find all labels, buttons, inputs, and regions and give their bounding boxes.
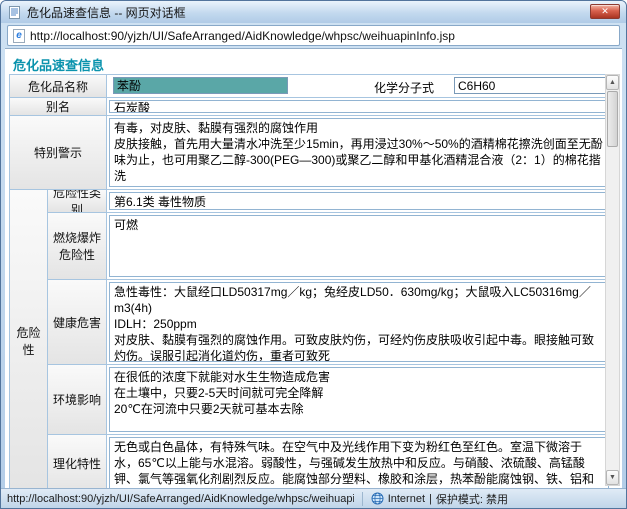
close-icon: ✕ [601,6,609,16]
address-input[interactable]: e http://localhost:90/yjzh/UI/SafeArrang… [7,25,620,46]
title-bar[interactable]: 危化品速查信息 -- 网页对话框 ✕ [1,1,626,23]
label-formula: 化学分子式 [374,79,434,96]
page-content: 危化品速查信息 危化品名称 化学分子式 别名 石炭酸 特别警示 有毒，对皮肤、黏… [5,48,622,488]
label-special-warning: 特别警示 [10,116,107,190]
label-physicochemical-properties: 理化特性 [48,435,107,488]
status-divider [362,492,363,506]
row-danger-category: 第6.1类 毒性物质 [107,190,611,213]
physicochemical-properties-field[interactable]: 无色或白色晶体，有特殊气味。在空气中及光线作用下变为粉红色至红色。室温下微溶于水… [109,437,609,488]
status-zone-label: Internet [388,493,425,505]
scroll-up-button[interactable]: ▲ [606,75,619,90]
scrollbar-track[interactable] [606,90,619,470]
row-flammability: 可燃 [107,213,611,280]
scroll-down-button[interactable]: ▼ [606,470,619,485]
scrollbar-thumb[interactable] [607,91,618,147]
flammability-field[interactable]: 可燃 [109,215,609,277]
health-hazard-field[interactable]: 急性毒性：大鼠经口LD50317mg／kg；兔经皮LD50．630mg/kg；大… [109,282,609,362]
window-title: 危化品速查信息 -- 网页对话框 [27,4,620,21]
alias-field[interactable]: 石炭酸 [109,100,609,113]
vertical-scrollbar[interactable]: ▲ ▼ [605,74,620,486]
address-bar: e http://localhost:90/yjzh/UI/SafeArrang… [5,23,622,48]
label-environmental-impact: 环境影响 [48,365,107,435]
row-chemical-name: 化学分子式 [107,75,611,98]
dialog-window: 危化品速查信息 -- 网页对话框 ✕ e http://localhost:90… [0,0,627,509]
label-danger-category: 危险性类别 [48,190,107,213]
info-table: 危化品名称 化学分子式 别名 石炭酸 特别警示 有毒，对皮肤、黏膜有强烈的腐蚀作… [9,74,611,488]
label-health-hazard: 健康危害 [48,280,107,365]
environmental-impact-field[interactable]: 在很低的浓度下就能对水生生物造成危害 在土壤中，只要2-5天时间就可完全降解 2… [109,367,609,432]
status-bar: http://localhost:90/yjzh/UI/SafeArranged… [1,488,626,508]
formula-input[interactable] [454,77,607,94]
close-button[interactable]: ✕ [590,4,620,19]
page-title: 危化品速查信息 [13,55,104,74]
address-url: http://localhost:90/yjzh/UI/SafeArranged… [30,29,455,43]
ie-page-icon: e [13,29,25,43]
label-chemical-name: 危化品名称 [10,75,107,98]
scroll-down-icon: ▼ [609,474,616,481]
status-url: http://localhost:90/yjzh/UI/SafeArranged… [7,493,354,505]
special-warning-field[interactable]: 有毒，对皮肤、黏膜有强烈的腐蚀作用 皮肤接触，首先用大量清水冲洗至少15min，… [109,118,609,187]
status-protected-mode: 保护模式: 禁用 [436,491,508,507]
label-flammability: 燃烧爆炸危险性 [48,213,107,280]
row-special-warning: 有毒，对皮肤、黏膜有强烈的腐蚀作用 皮肤接触，首先用大量清水冲洗至少15min，… [107,116,611,190]
internet-zone-icon [371,492,384,505]
row-physicochemical-properties: 无色或白色晶体，有特殊气味。在空气中及光线作用下变为粉红色至红色。室温下微溶于水… [107,435,611,488]
scroll-up-icon: ▲ [609,79,616,86]
status-zone-group: Internet | 保护模式: 禁用 [371,491,508,507]
dialog-icon [7,5,22,20]
row-alias: 石炭酸 [107,98,611,116]
chemical-name-input[interactable] [113,77,288,94]
row-health-hazard: 急性毒性：大鼠经口LD50317mg／kg；兔经皮LD50．630mg/kg；大… [107,280,611,365]
label-alias: 别名 [10,98,107,116]
row-environmental-impact: 在很低的浓度下就能对水生生物造成危害 在土壤中，只要2-5天时间就可完全降解 2… [107,365,611,435]
danger-category-field[interactable]: 第6.1类 毒性物质 [109,192,609,210]
label-danger-group: 危险性 [10,190,48,488]
status-separator: | [429,493,432,505]
